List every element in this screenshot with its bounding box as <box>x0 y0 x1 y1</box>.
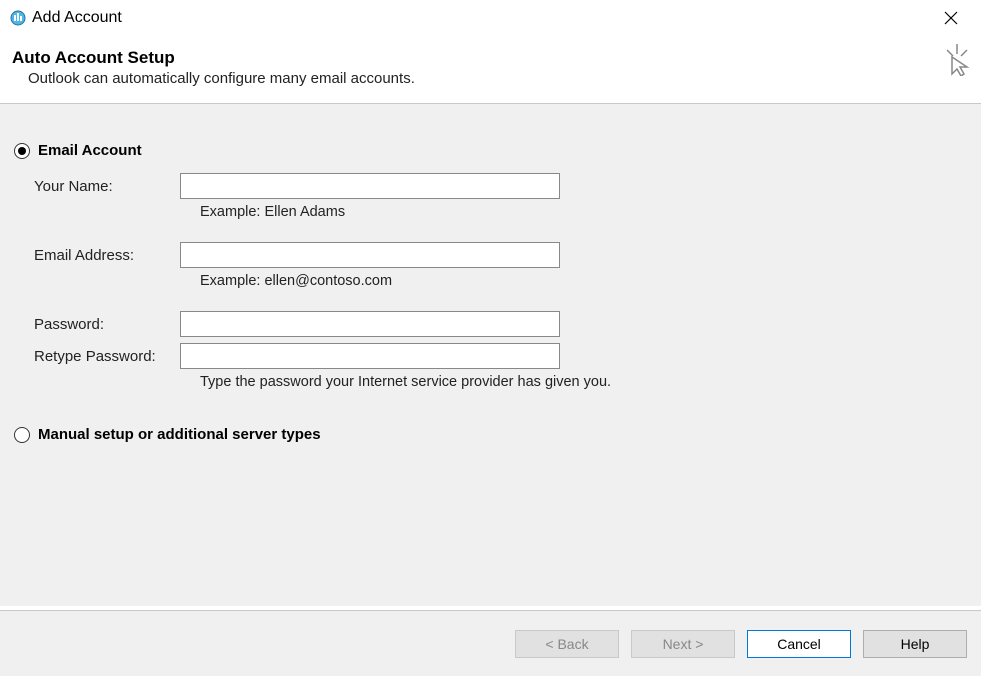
header-title: Auto Account Setup <box>12 48 957 68</box>
app-icon <box>10 10 26 26</box>
radio-manual-setup[interactable]: Manual setup or additional server types <box>14 426 967 443</box>
form-grid: Your Name: Example: Ellen Adams Email Ad… <box>34 173 967 390</box>
password-label: Password: <box>34 316 180 333</box>
window-title: Add Account <box>32 9 122 27</box>
radio-email-account[interactable]: Email Account <box>14 142 967 159</box>
email-label: Email Address: <box>34 247 180 264</box>
help-button[interactable]: Help <box>863 630 967 658</box>
radio-manual-label: Manual setup or additional server types <box>38 426 321 443</box>
footer-buttons: < Back Next > Cancel Help <box>0 610 981 676</box>
your-name-row: Your Name: <box>34 173 967 199</box>
password-input[interactable] <box>180 311 560 337</box>
content-area: Email Account Your Name: Example: Ellen … <box>0 104 981 606</box>
cursor-icon <box>939 44 971 76</box>
header-subtitle: Outlook can automatically configure many… <box>28 70 957 87</box>
header-section: Auto Account Setup Outlook can automatic… <box>0 36 981 104</box>
back-button: < Back <box>515 630 619 658</box>
your-name-label: Your Name: <box>34 178 180 195</box>
email-row: Email Address: <box>34 242 967 268</box>
title-bar: Add Account <box>0 0 981 36</box>
retype-password-row: Retype Password: <box>34 343 967 369</box>
title-bar-left: Add Account <box>10 9 122 27</box>
email-input[interactable] <box>180 242 560 268</box>
radio-button-icon <box>14 427 30 443</box>
next-button: Next > <box>631 630 735 658</box>
close-icon <box>944 11 958 25</box>
retype-password-label: Retype Password: <box>34 348 180 365</box>
cancel-button[interactable]: Cancel <box>747 630 851 658</box>
password-hint: Type the password your Internet service … <box>200 369 967 390</box>
your-name-hint: Example: Ellen Adams <box>200 199 967 242</box>
password-row: Password: <box>34 311 967 337</box>
close-button[interactable] <box>931 4 971 32</box>
email-hint: Example: ellen@contoso.com <box>200 268 967 311</box>
your-name-input[interactable] <box>180 173 560 199</box>
radio-selected-dot <box>18 147 26 155</box>
radio-button-icon <box>14 143 30 159</box>
retype-password-input[interactable] <box>180 343 560 369</box>
radio-email-account-label: Email Account <box>38 142 142 159</box>
